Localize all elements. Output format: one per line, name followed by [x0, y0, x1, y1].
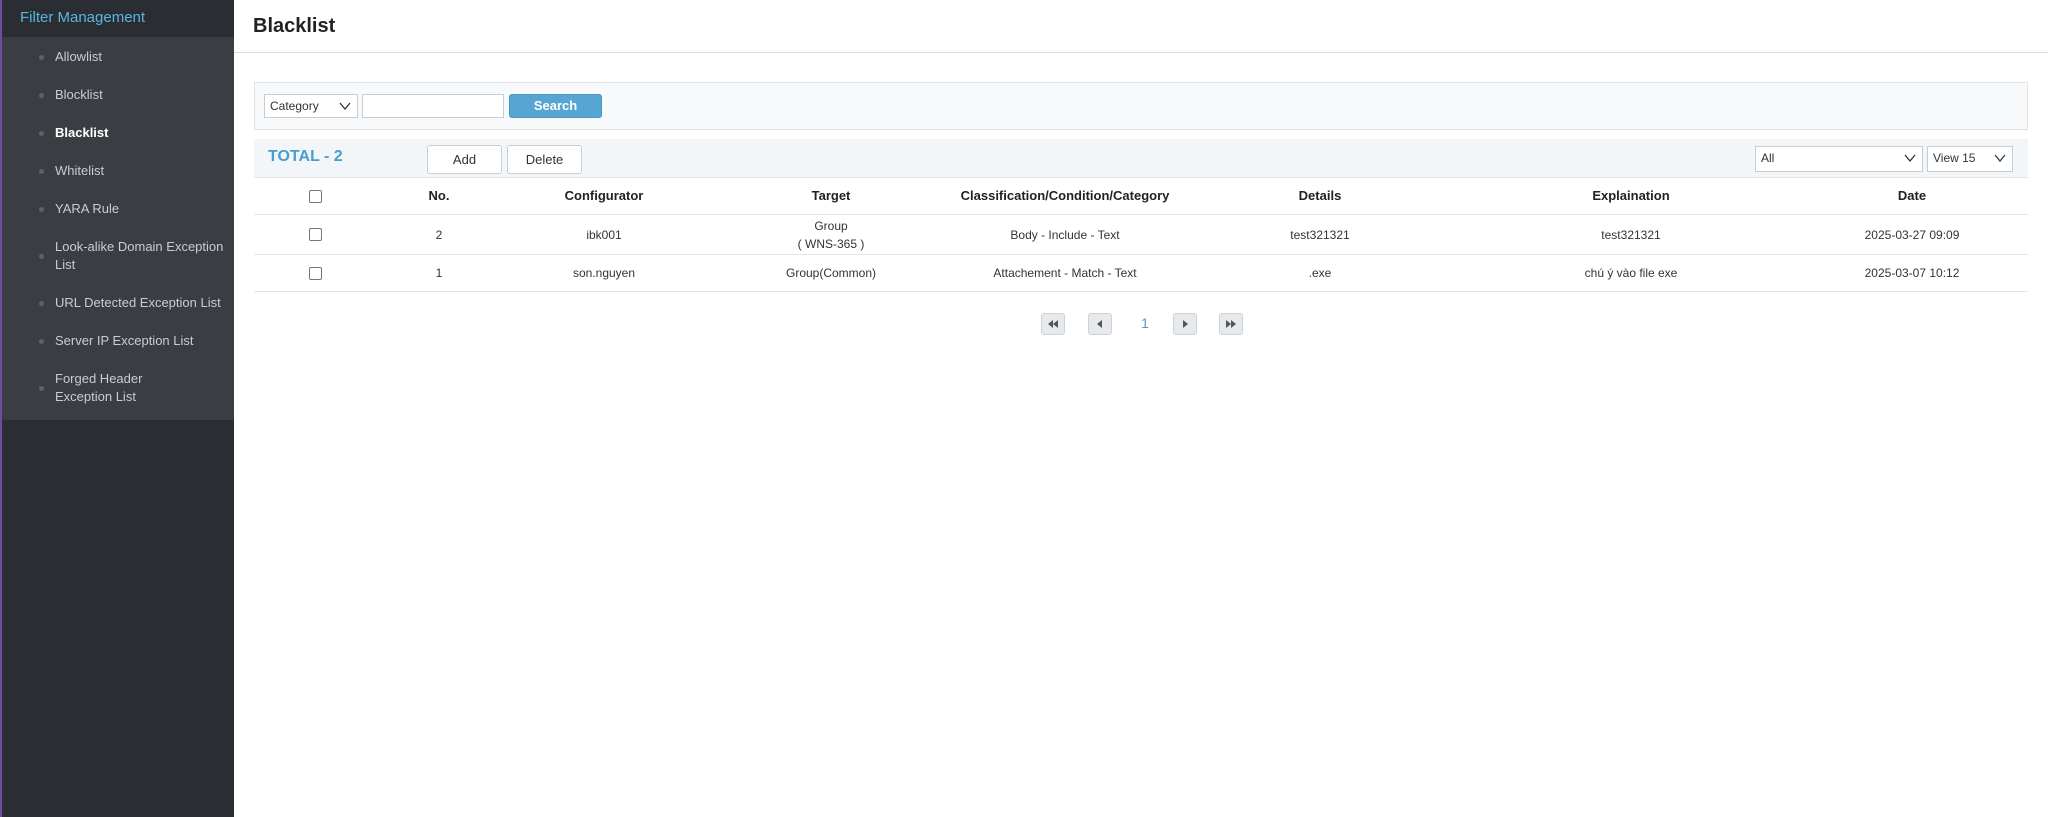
bullet-icon	[39, 130, 44, 136]
sidebar-item-whitelist[interactable]: Whitelist	[2, 152, 234, 190]
page-header: Blacklist	[234, 0, 2048, 53]
filter-select-value: All	[1761, 151, 1775, 165]
sidebar-item-server-ip[interactable]: Server IP Exception List	[2, 322, 234, 360]
sidebar-item-label: Server IP Exception List	[55, 333, 194, 348]
cell-explaination: test321321	[1601, 227, 1661, 242]
sidebar-item-url-detected[interactable]: URL Detected Exception List	[2, 284, 234, 322]
sidebar-item-label: Blocklist	[55, 87, 103, 102]
row-checkbox[interactable]	[308, 228, 322, 241]
sidebar-item-label: Allowlist	[55, 49, 102, 64]
sidebar-item-label: Whitelist	[55, 163, 105, 178]
bullet-icon	[39, 206, 44, 212]
cell-classification: Body - Include - Text	[1010, 227, 1120, 242]
select-all-checkbox[interactable]	[308, 189, 322, 203]
category-select[interactable]: Category	[264, 94, 358, 118]
prev-page-button[interactable]	[1088, 313, 1112, 335]
sidebar-header[interactable]: Filter Management	[2, 0, 234, 37]
bullet-icon	[39, 300, 44, 306]
sidebar-item-blocklist[interactable]: Blocklist	[2, 76, 234, 114]
sidebar-submenu: Allowlist Blocklist Blacklist Whitelist …	[2, 37, 234, 420]
header-checkbox-cell	[254, 178, 376, 214]
column-header-date[interactable]: Date	[1796, 178, 2028, 214]
sidebar-item-label: Forged Header Exception List	[55, 371, 143, 404]
search-input[interactable]	[362, 94, 504, 118]
column-header-configurator[interactable]: Configurator	[502, 178, 706, 214]
app-window: Filter Management Allowlist Blocklist Bl…	[0, 0, 2048, 817]
chevron-down-icon	[1994, 154, 2006, 163]
cell-target: Group ( WNS-365 )	[706, 215, 956, 254]
cell-details: .exe	[1308, 266, 1332, 280]
bullet-icon	[39, 253, 44, 259]
row-checkbox-cell	[254, 255, 376, 291]
sidebar-item-blacklist[interactable]: Blacklist	[2, 114, 234, 152]
filter-select[interactable]: All	[1755, 146, 1923, 172]
search-button[interactable]: Search	[509, 94, 602, 118]
column-header-details[interactable]: Details	[1174, 178, 1466, 214]
double-right-arrow-icon	[1226, 320, 1236, 328]
table-row[interactable]: 2 ibk001 Group ( WNS-365 ) Body - Includ…	[254, 215, 2028, 255]
sidebar-item-label: Look-alike Domain Exception List	[55, 239, 224, 272]
sidebar-item-yara-rule[interactable]: YARA Rule	[2, 190, 234, 228]
cell-no: 1	[435, 266, 443, 280]
search-bar: Category Search	[254, 82, 2028, 130]
chevron-down-icon	[339, 102, 351, 111]
delete-button[interactable]: Delete	[507, 145, 582, 174]
page-size-select[interactable]: View 15	[1927, 146, 2013, 172]
page-size-value: View 15	[1933, 151, 1976, 165]
page-title: Blacklist	[253, 15, 336, 37]
column-header-explaination[interactable]: Explaination	[1466, 178, 1796, 214]
cell-date: 2025-03-07 10:12	[1864, 266, 1960, 280]
target-stack: Group ( WNS-365 )	[798, 217, 865, 253]
cell-classification: Attachement - Match - Text	[993, 266, 1137, 280]
table-row[interactable]: 1 son.nguyen Group(Common) Attachement -…	[254, 255, 2028, 292]
next-page-button[interactable]	[1173, 313, 1197, 335]
cell-date: 2025-03-27 09:09	[1864, 227, 1960, 242]
left-arrow-icon	[1097, 320, 1102, 328]
blacklist-table: No. Configurator Target Classification/C…	[254, 178, 2028, 292]
bullet-icon	[39, 54, 44, 60]
first-page-button[interactable]	[1041, 313, 1065, 335]
right-arrow-icon	[1183, 320, 1188, 328]
sidebar-item-lookalike-domain[interactable]: Look-alike Domain Exception List	[2, 228, 234, 284]
cell-explaination: chú ý vào file exe	[1584, 266, 1678, 280]
sidebar-item-label: YARA Rule	[55, 201, 120, 216]
bullet-icon	[39, 385, 44, 391]
cell-details: test321321	[1290, 227, 1350, 242]
sidebar-item-label: URL Detected Exception List	[55, 295, 221, 310]
sidebar-item-label: Blacklist	[55, 125, 109, 140]
sidebar-item-forged-header[interactable]: Forged Header Exception List	[2, 360, 234, 416]
target-line-1: Group	[814, 218, 848, 233]
column-header-classification[interactable]: Classification/Condition/Category	[956, 178, 1174, 214]
cell-configurator: ibk001	[586, 227, 622, 242]
bullet-icon	[39, 338, 44, 344]
list-toolbar: TOTAL - 2 Add Delete All View 15	[254, 139, 2028, 178]
category-select-value: Category	[270, 99, 319, 113]
double-left-arrow-icon	[1048, 320, 1058, 328]
add-button[interactable]: Add	[427, 145, 502, 174]
bullet-icon	[39, 168, 44, 174]
row-checkbox[interactable]	[308, 266, 322, 280]
bullet-icon	[39, 92, 44, 98]
cell-configurator: son.nguyen	[572, 266, 636, 280]
main-content: Blacklist Category Search TOTAL - 2 Add …	[234, 0, 2048, 817]
target-line-2: ( WNS-365 )	[797, 236, 865, 251]
column-header-no[interactable]: No.	[376, 178, 502, 214]
last-page-button[interactable]	[1219, 313, 1243, 335]
chevron-down-icon	[1904, 154, 1916, 163]
sidebar-item-allowlist[interactable]: Allowlist	[2, 38, 234, 76]
row-checkbox-cell	[254, 215, 376, 254]
column-header-target[interactable]: Target	[706, 178, 956, 214]
pagination: 1	[1041, 311, 1255, 337]
total-count: TOTAL - 2	[268, 148, 343, 165]
cell-no: 2	[435, 227, 443, 242]
cell-target: Group(Common)	[785, 266, 877, 280]
sidebar: Filter Management Allowlist Blocklist Bl…	[2, 0, 234, 817]
current-page-number[interactable]: 1	[1137, 315, 1153, 331]
table-header-row: No. Configurator Target Classification/C…	[254, 178, 2028, 215]
